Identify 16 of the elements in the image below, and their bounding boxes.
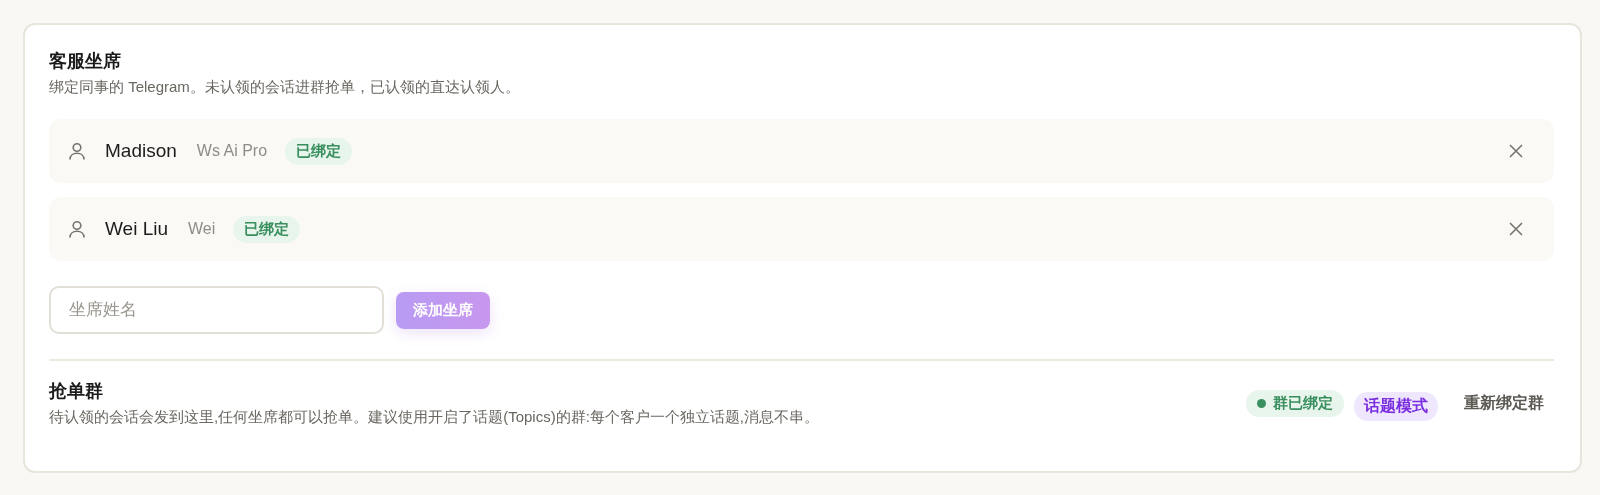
agent-username: Wei: [188, 220, 216, 238]
section-description: 绑定同事的 Telegram。未认领的会话进群抢单，已认领的直达认领人。: [49, 77, 520, 97]
group-status-label: 群已绑定: [1273, 393, 1333, 413]
person-icon: [67, 141, 87, 161]
section-title: 客服坐席: [49, 50, 121, 73]
rebind-button[interactable]: 重新绑定群: [1454, 386, 1554, 420]
status-badge: 已绑定: [233, 215, 301, 243]
agent-name: Madison: [105, 140, 177, 162]
section-description: 待认领的会话会发到这里,任何坐席都可以抢单。建议使用开启了话题(Topics)的群:每个客户一个独立话题,消息不串。: [49, 407, 820, 427]
status-badge: 已绑定: [285, 137, 353, 165]
name-field[interactable]: 坐席姓名: [49, 286, 384, 334]
section-title: 抢单群: [49, 380, 104, 403]
person-icon: [67, 219, 87, 239]
mode-badge: 话题模式: [1354, 391, 1438, 421]
agent-username: Ws Ai Pro: [196, 142, 268, 160]
agent-name: Wei Liu: [105, 218, 168, 240]
